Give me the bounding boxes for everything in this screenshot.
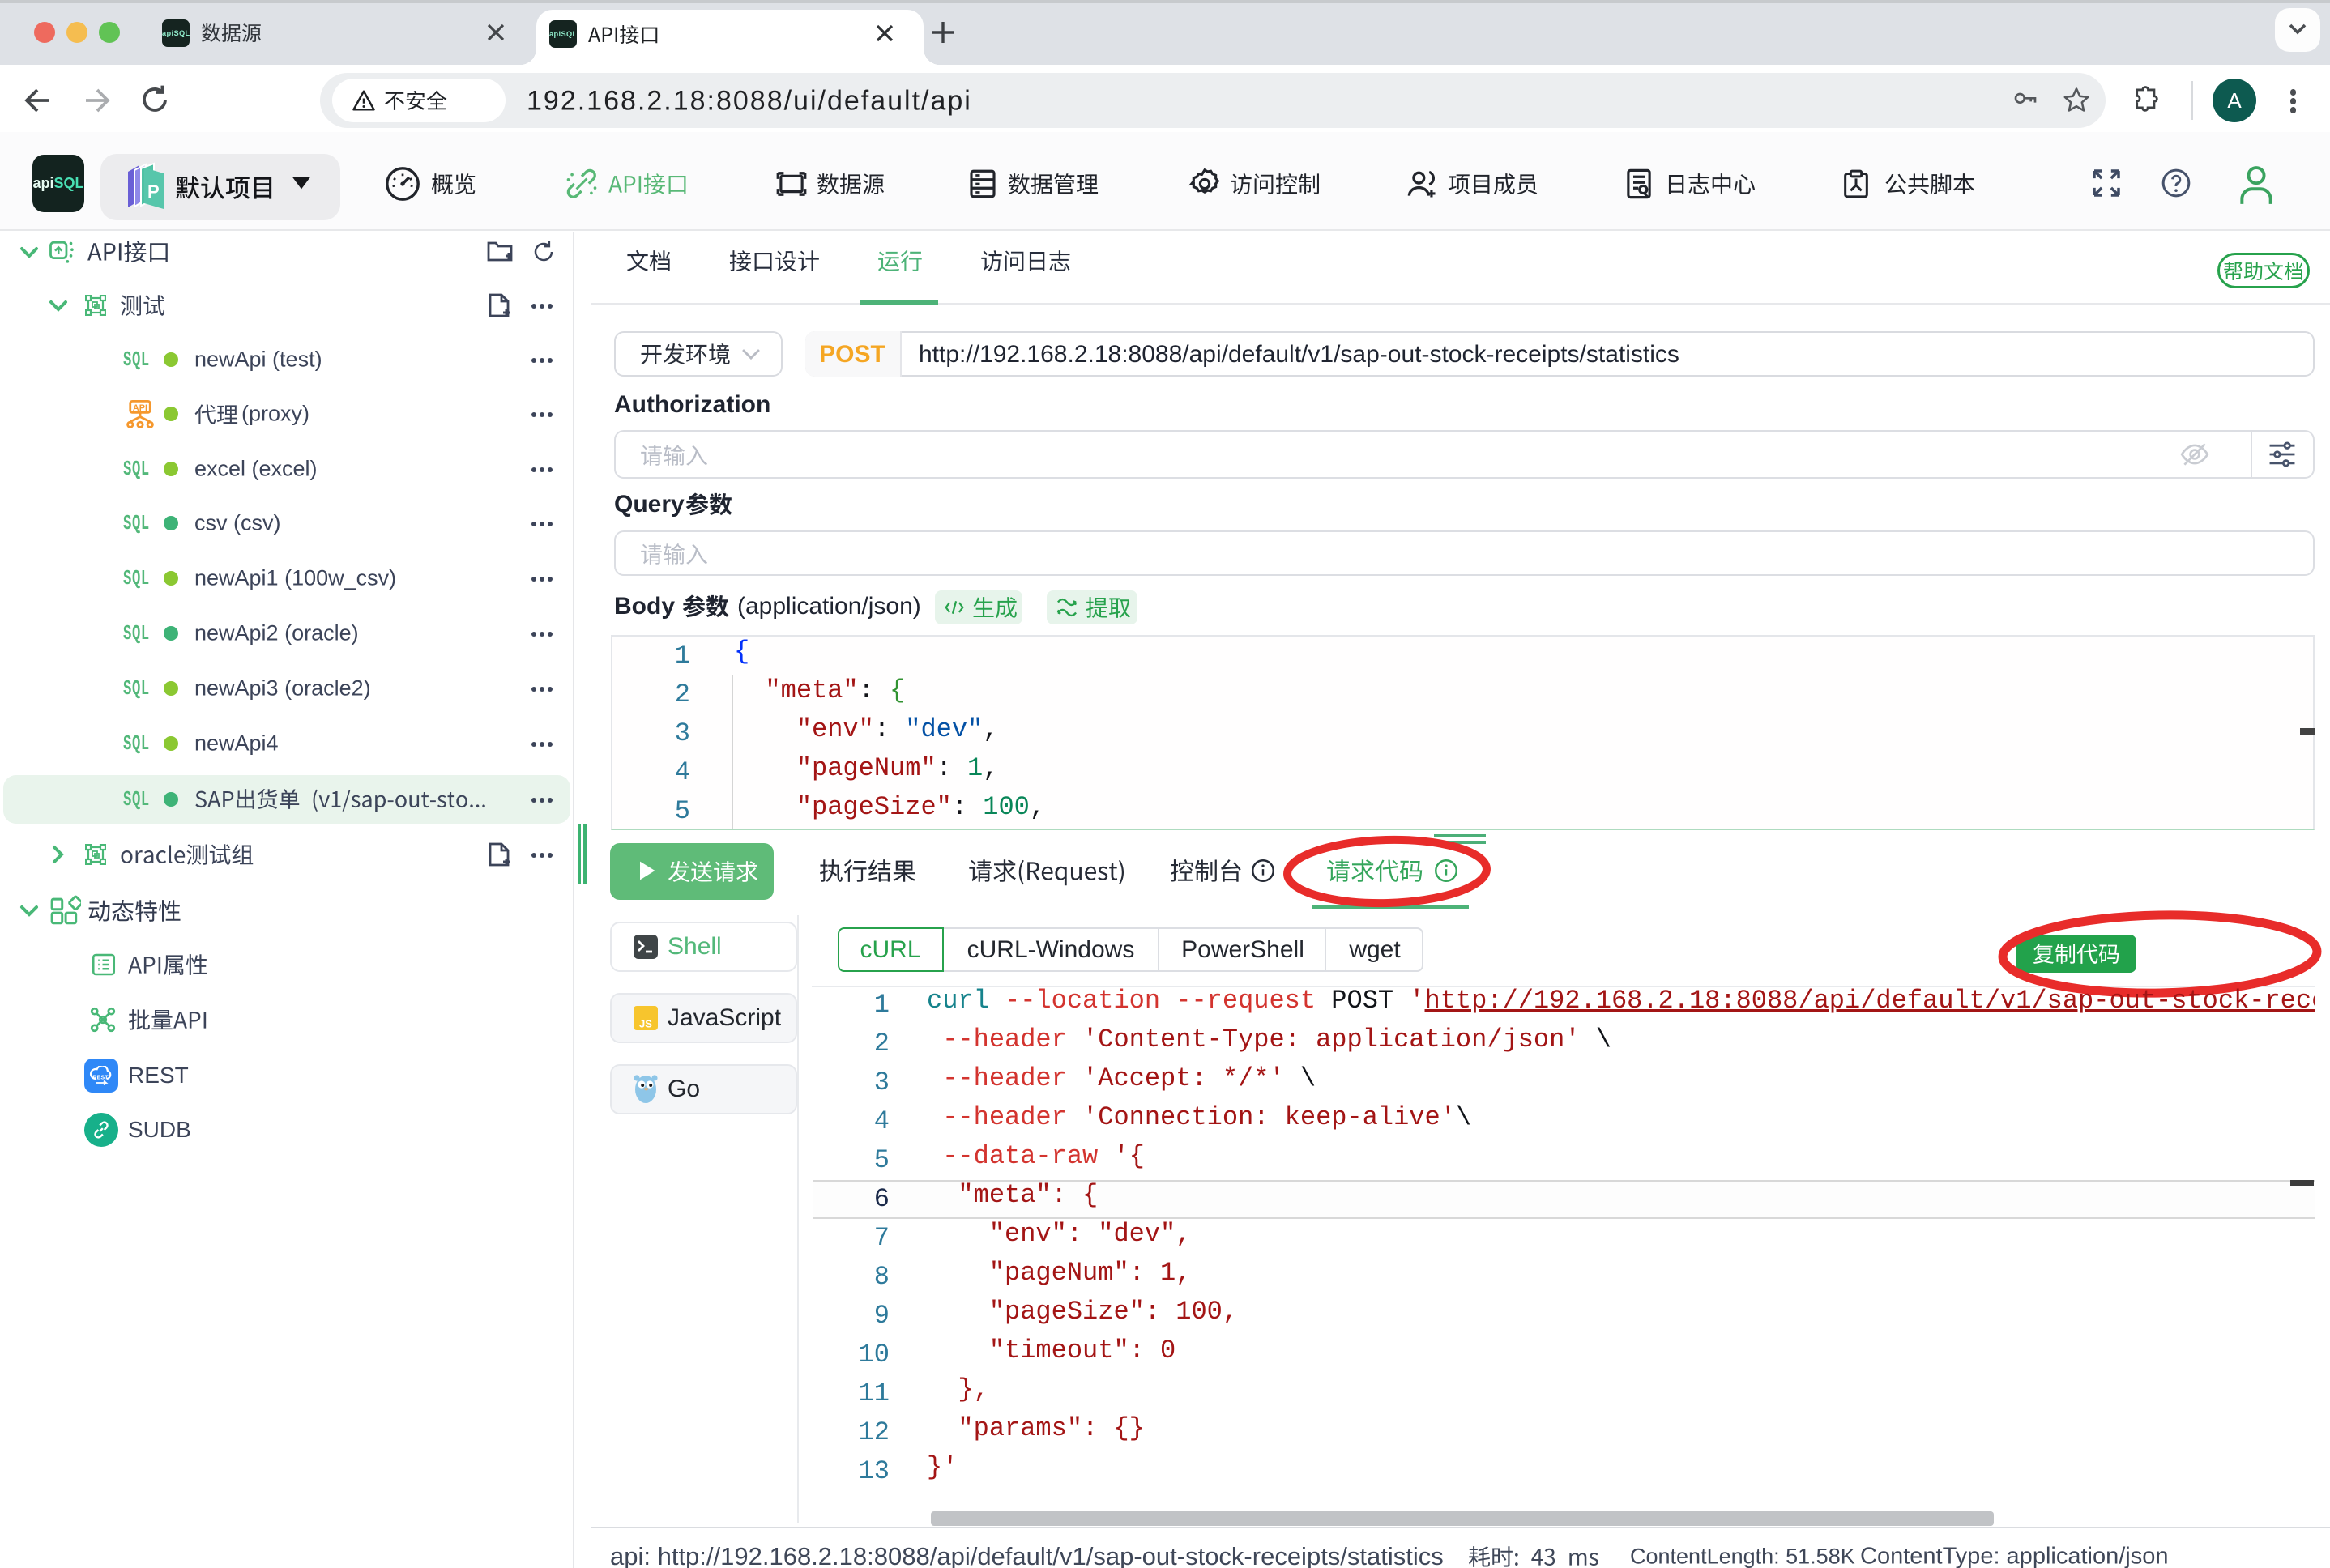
- svg-text:REST: REST: [92, 1073, 109, 1080]
- svg-text:API: API: [133, 403, 147, 413]
- svg-text:P: P: [147, 181, 160, 202]
